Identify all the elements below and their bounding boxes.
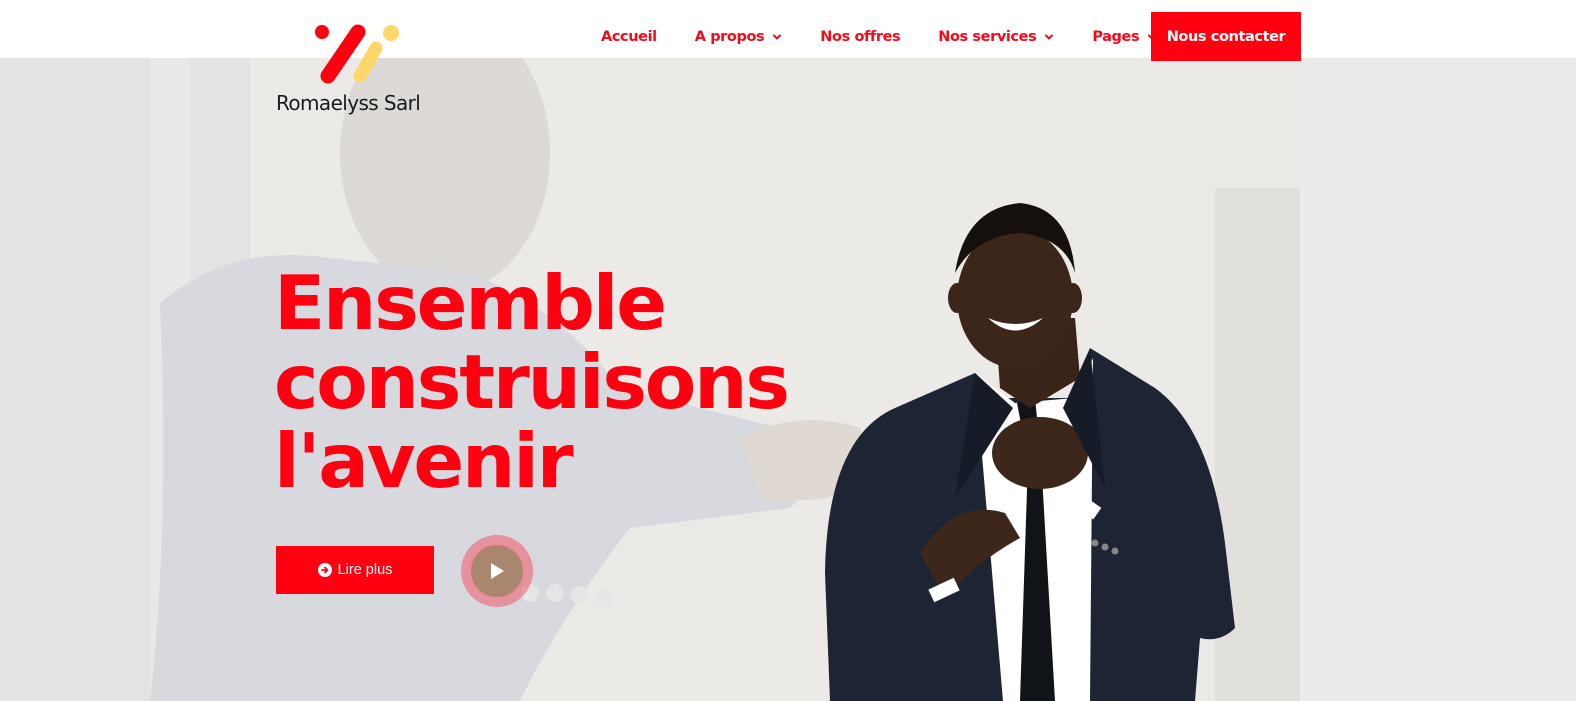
nav-item-label: A propos — [694, 28, 765, 45]
play-video-button[interactable] — [461, 535, 533, 607]
hero-title-line: l'avenir — [274, 417, 574, 505]
chevron-down-icon — [1045, 34, 1054, 40]
hero-title-line: Ensemble — [274, 259, 667, 347]
nav-item-nos-services[interactable]: Nos services — [919, 12, 1073, 61]
read-more-button[interactable]: Lire plus — [276, 546, 434, 594]
brand-strokes-icon — [315, 24, 399, 84]
nav-item-a-propos[interactable]: A propos — [676, 12, 802, 61]
site-logo[interactable]: Romaelyss Sarl — [276, 18, 446, 118]
hero-title: Ensemble construisons l'avenir — [274, 264, 894, 501]
main-nav: Accueil A propos Nos offres Nos services… — [582, 12, 1176, 61]
nav-item-label: Pages — [1092, 28, 1140, 45]
chevron-down-icon — [773, 34, 782, 40]
businessman-photo — [825, 203, 1235, 701]
brand-name: Romaelyss Sarl — [276, 91, 421, 115]
nav-item-label: Accueil — [601, 28, 657, 45]
site-header: Accueil A propos Nos offres Nos services… — [0, 0, 1576, 61]
play-button-inner — [469, 543, 525, 599]
nav-item-label: Nos services — [938, 28, 1037, 45]
hero-section: Ensemble construisons l'avenir Lire plus — [0, 58, 1576, 701]
nav-item-nos-offres[interactable]: Nos offres — [801, 12, 919, 61]
play-icon — [491, 563, 504, 579]
hero-title-line: construisons — [274, 338, 790, 426]
nav-item-label: Nos offres — [820, 28, 901, 45]
nav-item-accueil[interactable]: Accueil — [582, 12, 676, 61]
contact-button[interactable]: Nous contacter — [1151, 12, 1301, 61]
arrow-circle-right-icon — [317, 563, 332, 577]
read-more-label: Lire plus — [337, 562, 393, 578]
